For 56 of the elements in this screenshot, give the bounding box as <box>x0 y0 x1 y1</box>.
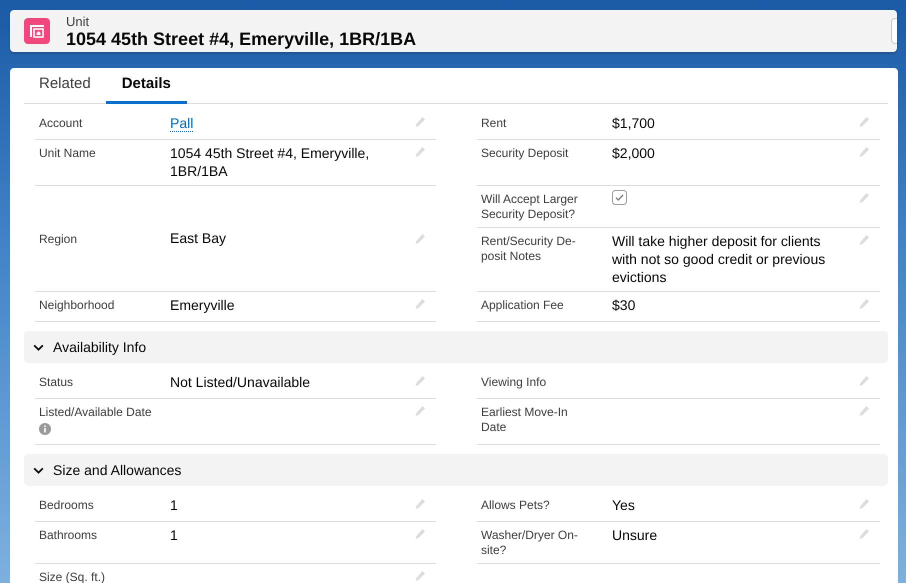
field-value: Unsure <box>612 527 658 543</box>
field-label: Listed/Available Date <box>39 405 152 419</box>
edit-icon[interactable] <box>414 570 426 582</box>
field-value: East Bay <box>170 230 226 246</box>
edit-icon[interactable] <box>858 498 870 510</box>
field-label: Bathrooms <box>39 528 98 542</box>
field-label: Allows Pets? <box>481 498 550 513</box>
edit-icon[interactable] <box>858 375 870 387</box>
edit-icon[interactable] <box>858 528 870 540</box>
field-label: Bedrooms <box>39 498 94 512</box>
field-label: Washer/Dryer On-site? <box>481 528 579 558</box>
field-label: Rent/Security De-posit Notes <box>481 234 577 264</box>
unit-icon <box>24 18 50 44</box>
field-label: Unit Name <box>39 146 96 160</box>
info-icon[interactable] <box>39 423 51 435</box>
field-value: $2,000 <box>612 145 655 161</box>
edit-icon[interactable] <box>414 498 426 510</box>
edit-icon[interactable] <box>414 375 426 387</box>
record-title: 1054 45th Street #4, Emeryville, 1BR/1BA <box>66 28 416 48</box>
edit-icon[interactable] <box>858 234 870 246</box>
edit-icon[interactable] <box>414 298 426 310</box>
edit-icon[interactable] <box>858 298 870 310</box>
tab[interactable]: Related <box>24 72 106 104</box>
section-header[interactable]: Availability Info <box>24 331 888 363</box>
field-label: Account <box>39 116 82 130</box>
field-label: Rent <box>481 116 506 131</box>
field-value: Emeryville <box>170 297 235 313</box>
edit-icon[interactable] <box>414 116 426 128</box>
edit-icon[interactable] <box>414 233 426 245</box>
field-label: Will Accept Larger Security Deposit? <box>481 192 579 222</box>
field-value: Will take higher deposit for clients with not so good credit or previous evictions <box>612 233 826 285</box>
field-label: Application Fee <box>481 298 564 313</box>
account-link[interactable]: Pall <box>170 115 194 132</box>
field-value: 1 <box>170 497 178 513</box>
field-value: $1,700 <box>612 115 655 131</box>
edit-icon[interactable] <box>858 146 870 158</box>
field-label: Neighborhood <box>39 298 114 312</box>
edit-icon[interactable] <box>858 192 870 204</box>
field-label: Viewing Info <box>481 375 546 390</box>
field-value: Not Listed/Unavailable <box>170 374 310 390</box>
edit-icon[interactable] <box>414 528 426 540</box>
field-value: $30 <box>612 297 636 313</box>
edit-icon[interactable] <box>414 146 426 158</box>
edit-icon[interactable] <box>858 405 870 417</box>
field-value: Yes <box>612 497 635 513</box>
field-value: 1054 45th Street #4, Emeryville, 1BR/1BA <box>170 145 370 179</box>
object-type-label: Unit <box>66 14 90 28</box>
field-label: Status <box>39 375 74 389</box>
field-label: Security Deposit <box>481 146 568 161</box>
edit-icon[interactable] <box>858 116 870 128</box>
field-label: Region <box>39 232 78 246</box>
field-value: 1 <box>170 527 178 543</box>
section-header[interactable]: Size and Allowances <box>24 454 888 486</box>
field-label: Earliest Move-In Date <box>481 405 569 435</box>
edit-icon[interactable] <box>414 405 426 417</box>
tab[interactable]: Details <box>106 72 187 104</box>
